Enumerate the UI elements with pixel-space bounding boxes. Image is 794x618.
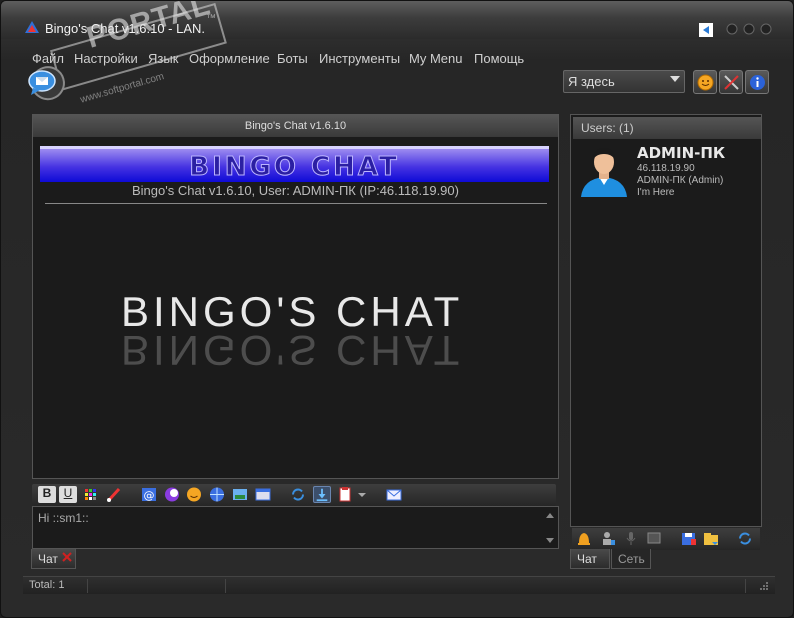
folder-icon[interactable] xyxy=(702,530,720,547)
message-input-value: Hi ::sm1:: xyxy=(38,511,89,525)
divider xyxy=(45,203,547,204)
tab-network[interactable]: Сеть xyxy=(611,549,651,569)
tools-button[interactable] xyxy=(719,70,743,94)
close-window-icon[interactable] xyxy=(759,22,774,35)
watermark-url: www.softportal.com xyxy=(79,71,166,106)
send-file-icon[interactable] xyxy=(231,486,249,503)
close-tab-icon[interactable] xyxy=(62,552,72,562)
tab-users-chat[interactable]: Чат xyxy=(570,549,610,569)
user-list-item[interactable]: ADMIN-ПК 46.118.19.90 ADMIN-ПК (Admin) I… xyxy=(579,144,759,201)
chat-panel: Bingo's Chat v1.6.10 BINGO CHAT Bingo's … xyxy=(32,114,559,479)
save-icon[interactable] xyxy=(680,530,698,547)
emoji-icon[interactable] xyxy=(185,486,203,503)
bingo-logo: Bingo's Chat Bingo's Chat xyxy=(121,288,471,374)
globe-icon[interactable] xyxy=(208,486,226,503)
input-scrollbar[interactable] xyxy=(545,511,555,545)
users-toolbar xyxy=(572,528,760,550)
chat-banner: BINGO CHAT xyxy=(40,146,549,183)
version-line: Bingo's Chat v1.6.10, User: ADMIN-ПК (IP… xyxy=(132,183,459,198)
bold-icon[interactable]: B xyxy=(38,486,56,503)
download-icon[interactable] xyxy=(313,486,331,503)
color-grid-icon[interactable] xyxy=(82,486,100,503)
clipboard-icon[interactable] xyxy=(336,486,354,503)
user-role: ADMIN-ПК (Admin) xyxy=(637,175,724,186)
bell-icon[interactable] xyxy=(575,530,593,547)
user-ip: 46.118.19.90 xyxy=(637,163,695,174)
resize-grip-icon[interactable] xyxy=(759,581,769,591)
tab-chat-label: Чат xyxy=(38,552,58,566)
status-total: Total: 1 xyxy=(23,579,88,593)
window-icon[interactable] xyxy=(254,486,272,503)
chat-panel-title: Bingo's Chat v1.6.10 xyxy=(33,115,558,137)
avatar xyxy=(581,148,627,197)
user-audio-icon[interactable] xyxy=(599,530,617,547)
tools-icon xyxy=(724,75,739,90)
refresh-users-icon[interactable] xyxy=(736,530,754,547)
message-input[interactable]: Hi ::sm1:: xyxy=(32,506,559,549)
microphone-icon[interactable] xyxy=(622,530,640,547)
user-status: I'm Here xyxy=(637,187,675,198)
banner-text: BINGO CHAT xyxy=(189,152,400,183)
menu-appearance[interactable]: Оформление xyxy=(189,51,270,66)
chat-bubble-icon xyxy=(28,70,56,95)
refresh-icon[interactable] xyxy=(289,486,307,503)
info-button[interactable] xyxy=(745,70,769,94)
tab-network-label: Сеть xyxy=(618,552,645,566)
logo-reflection: Bingo's Chat xyxy=(121,327,464,374)
svg-text:@: @ xyxy=(144,489,155,502)
menu-settings[interactable]: Настройки xyxy=(74,51,138,66)
status-cell-2 xyxy=(88,579,226,593)
underline-icon[interactable]: U xyxy=(59,486,77,503)
menu-language[interactable]: Язык xyxy=(148,51,178,66)
info-icon xyxy=(750,75,765,90)
menu-bots[interactable]: Боты xyxy=(277,51,308,66)
chevron-down-icon xyxy=(670,76,680,82)
minimize-icon[interactable] xyxy=(725,22,740,35)
moon-icon[interactable] xyxy=(163,486,181,503)
tab-chat[interactable]: Чат xyxy=(31,549,76,569)
restore-icon[interactable] xyxy=(699,23,713,37)
at-icon[interactable]: @ xyxy=(140,486,158,503)
dropdown-arrow-icon[interactable] xyxy=(356,486,368,503)
users-header: Users: (1) xyxy=(573,117,761,139)
users-panel: Users: (1) ADMIN-ПК 46.118.19.90 ADMIN-П… xyxy=(570,114,762,527)
user-name: ADMIN-ПК xyxy=(637,144,726,162)
status-cell-3 xyxy=(226,579,746,593)
app-icon xyxy=(25,21,39,33)
tab-users-chat-label: Чат xyxy=(577,552,597,566)
status-select-value: Я здесь xyxy=(568,74,615,89)
watermark-tm: ™ xyxy=(206,13,216,24)
format-toolbar: B U @ xyxy=(32,484,556,506)
menu-tools[interactable]: Инструменты xyxy=(319,51,400,66)
smile-icon xyxy=(697,74,714,91)
app-window: Bingo's Chat v1.6.10 - LAN. PORTAL ™ www… xyxy=(0,0,794,618)
menu-help[interactable]: Помощь xyxy=(474,51,524,66)
screen-icon[interactable] xyxy=(645,530,663,547)
brush-icon[interactable] xyxy=(105,486,123,503)
maximize-icon[interactable] xyxy=(742,22,757,35)
menu-my-menu[interactable]: My Menu xyxy=(409,51,462,66)
status-bar: Total: 1 xyxy=(23,576,775,594)
menu-file[interactable]: Файл xyxy=(32,51,64,66)
mail-icon[interactable] xyxy=(385,486,403,503)
status-select[interactable]: Я здесь xyxy=(563,70,685,93)
smile-button[interactable] xyxy=(693,70,717,94)
